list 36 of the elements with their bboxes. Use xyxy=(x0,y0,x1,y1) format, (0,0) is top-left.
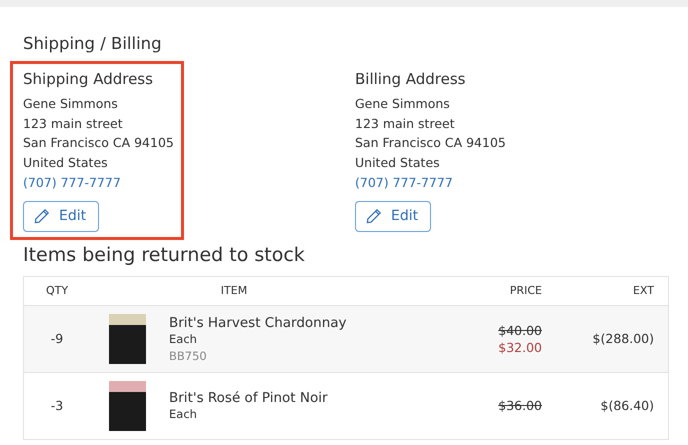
qty-cell-text: -3 xyxy=(50,398,64,413)
bottle-photo-placeholder xyxy=(109,380,146,430)
address-line: 123 main street xyxy=(355,114,456,132)
phone-link[interactable]: (707) 777-7777 xyxy=(355,173,453,192)
column-header: QTY xyxy=(44,284,70,297)
sku-label: BB750 xyxy=(169,348,208,362)
ext-cell-text: $(86.40) xyxy=(600,398,655,413)
unit-label: Each xyxy=(169,332,198,346)
phone-link[interactable]: (707) 777-7777 xyxy=(23,173,121,192)
original-price: $40.00 xyxy=(498,322,542,338)
column-header: EXT xyxy=(632,284,655,297)
edit-button[interactable]: Edit xyxy=(355,200,432,232)
edit-button[interactable]: Edit xyxy=(23,200,100,232)
sale-price: $32.00 xyxy=(498,340,542,354)
address-line: United States xyxy=(23,154,109,172)
unit-label: Each xyxy=(169,407,198,421)
address-title: Shipping Address xyxy=(23,70,154,88)
address-line: Gene Simmons xyxy=(23,95,119,113)
section-heading: Shipping / Billing xyxy=(23,34,163,53)
address-line: Gene Simmons xyxy=(355,95,451,113)
product-name: Brit's Harvest Chardonnay xyxy=(169,314,348,330)
product-name: Brit's Rosé of Pinot Noir xyxy=(169,390,329,406)
address-line: San Francisco CA 94105 xyxy=(355,134,503,152)
ext-cell-text: $(288.00) xyxy=(592,331,655,346)
address-title: Billing Address xyxy=(355,70,466,88)
pencil-icon xyxy=(34,208,50,224)
address-line: San Francisco CA 94105 xyxy=(23,134,171,152)
bottle-photo-placeholder xyxy=(109,314,146,364)
qty-cell-text: -9 xyxy=(50,331,64,346)
column-header: ITEM xyxy=(220,284,248,297)
column-header: PRICE xyxy=(508,284,542,297)
pencil-icon xyxy=(366,208,382,224)
original-price: $36.00 xyxy=(498,398,542,413)
address-line: United States xyxy=(355,154,441,172)
section-heading: Items being returned to stock xyxy=(23,244,306,266)
address-line: 123 main street xyxy=(23,114,124,132)
